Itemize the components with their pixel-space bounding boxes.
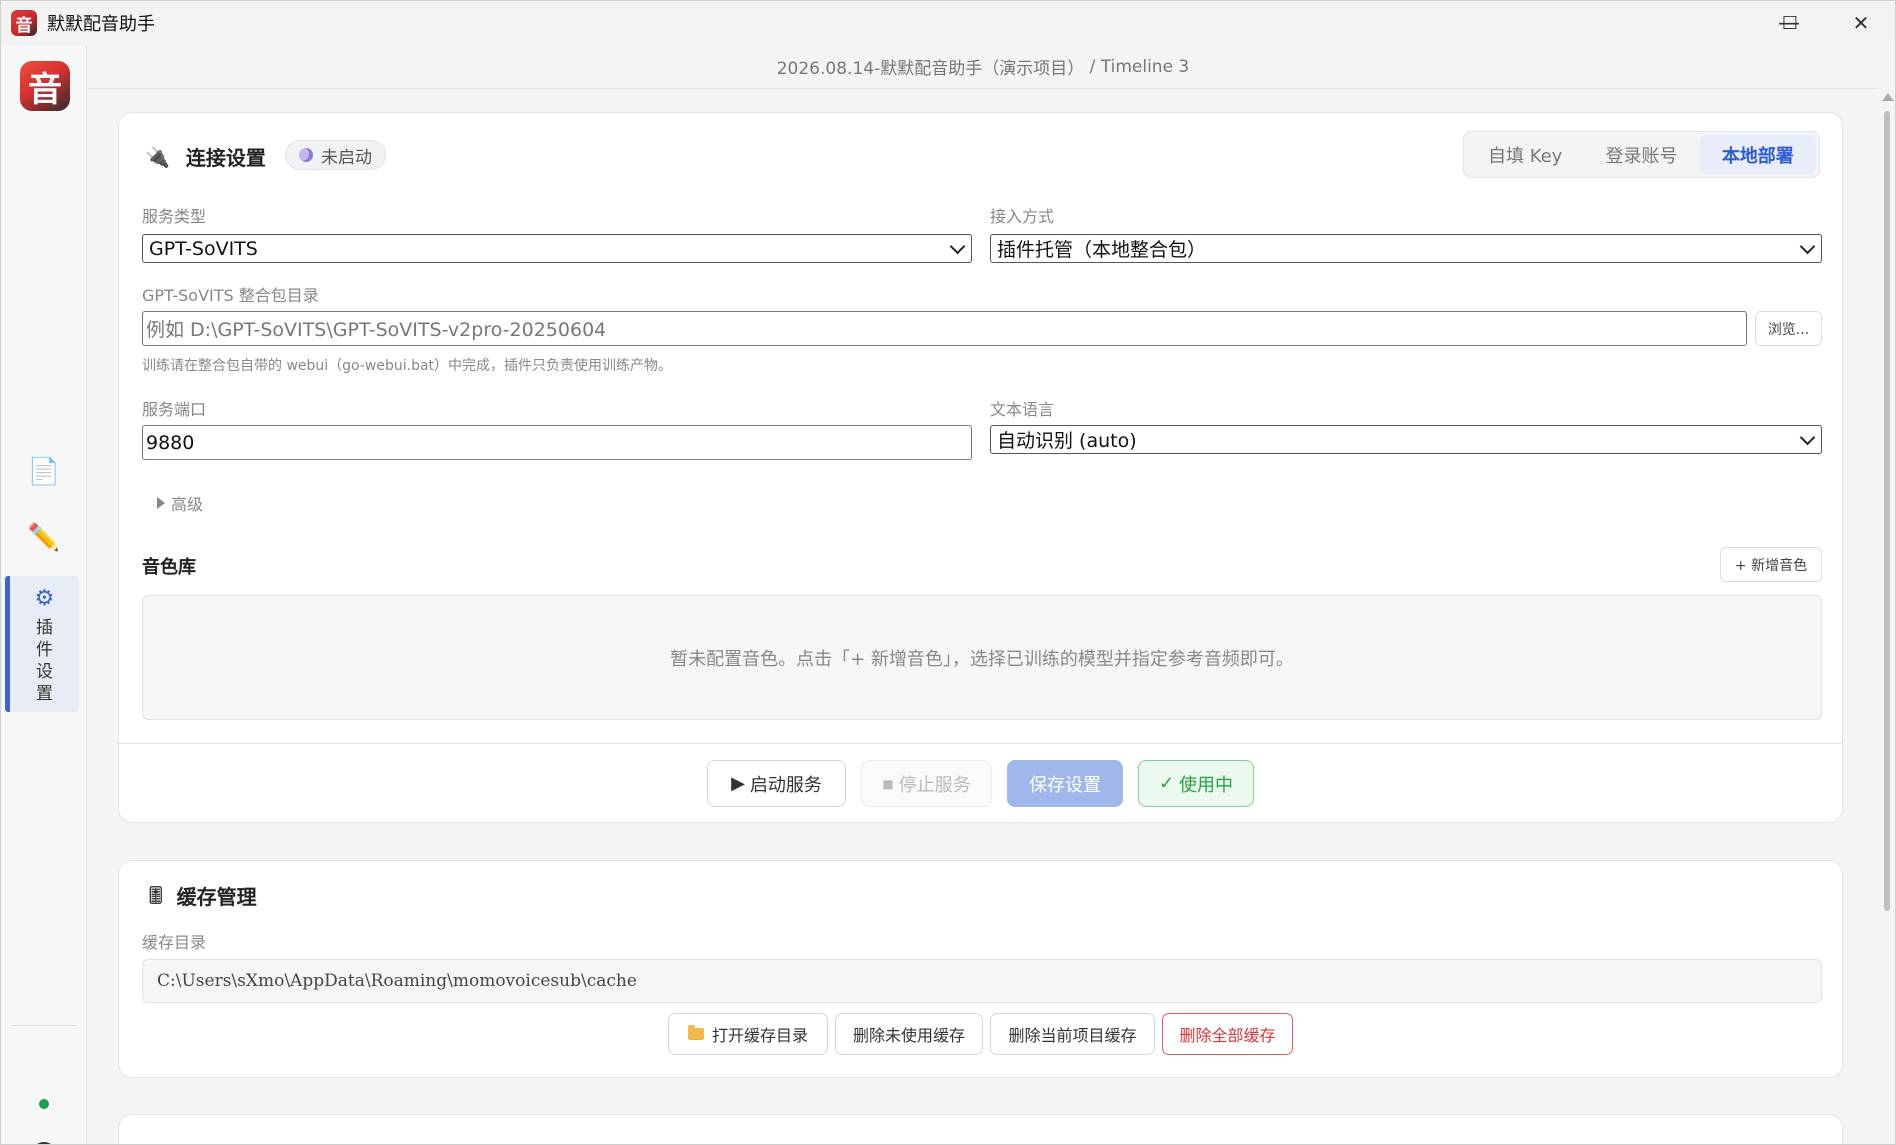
open-cache-dir-button[interactable]: 打开缓存目录 [668, 1013, 828, 1055]
breadcrumb-timeline: Timeline 3 [1100, 56, 1190, 77]
app-logo: 音 [20, 61, 70, 111]
advanced-toggle[interactable]: 高级 [157, 491, 203, 515]
window-title: 默默配音助手 [47, 14, 155, 35]
cache-management-label: 缓存管理 [176, 885, 257, 909]
in-use-label: 使用中 [1179, 774, 1234, 796]
chevron-down-icon [949, 238, 966, 255]
cache-dir-field: C:\Users\sXmo\AppData\Roaming\momovoices… [142, 959, 1822, 1003]
port-label: 服务端口 [142, 400, 207, 419]
play-icon: ▶ [731, 773, 745, 794]
scrollbar-thumb[interactable] [1884, 111, 1890, 911]
service-type-value: GPT-SoVITS [149, 237, 258, 260]
in-use-button[interactable]: ✓ 使用中 [1138, 760, 1254, 807]
caret-right-icon [157, 497, 165, 509]
package-dir-hint: 训练请在整合包自带的 webui（go-webui.bat）中完成，插件只负责使… [142, 358, 673, 374]
chevron-down-icon [1799, 429, 1816, 446]
connection-settings-label: 连接设置 [185, 146, 266, 170]
connection-status-dot [39, 1099, 49, 1109]
scrollbar[interactable] [1877, 89, 1895, 1144]
app-window: 音 默默配音助手 — ☐ ✕ 音 📄 ✏️ ⚙ 插件设置 i 2026.08.1… [0, 0, 1896, 1145]
stop-service-label: 停止服务 [898, 774, 971, 796]
voice-library-empty-state: 暂未配置音色。点击「+ 新增音色」，选择已训练的模型并指定参考音频即可。 [142, 595, 1822, 720]
connection-settings-card: 🔌 连接设置 未启动 自填 Key 登录账号 本地部署 服务类型 GPT-SoV… [118, 112, 1843, 823]
cache-management-card: 🎚 缓存管理 缓存目录 C:\Users\sXmo\AppData\Roamin… [118, 860, 1843, 1078]
breadcrumb: 2026.08.14-默默配音助手（演示项目） / Timeline 3 [88, 45, 1878, 89]
title-bar: 音 默默配音助手 — ☐ ✕ [1, 1, 1895, 45]
cache-icon: 🎚 [145, 885, 167, 906]
port-input[interactable]: 9880 [142, 425, 972, 460]
app-icon: 音 [11, 10, 37, 36]
access-mode-select[interactable]: 插件托管（本地整合包） [990, 234, 1822, 263]
folder-icon [687, 1025, 704, 1040]
stop-icon: ■ [882, 776, 894, 791]
access-mode-label: 接入方式 [990, 207, 1055, 226]
start-service-button[interactable]: ▶ 启动服务 [707, 760, 846, 807]
moon-icon [299, 148, 313, 162]
open-cache-dir-label: 打开缓存目录 [711, 1026, 808, 1045]
save-settings-button[interactable]: 保存设置 [1007, 760, 1123, 807]
service-status-badge: 未启动 [285, 140, 386, 170]
cache-dir-label: 缓存目录 [142, 933, 207, 952]
service-status-text: 未启动 [321, 147, 372, 168]
language-label: 文本语言 [990, 400, 1055, 419]
sidebar-item-plugin-settings[interactable]: ⚙ 插件设置 [5, 576, 79, 712]
close-button[interactable]: ✕ [1826, 1, 1895, 45]
card-divider [119, 743, 1842, 744]
voice-library-empty-text: 暂未配置音色。点击「+ 新增音色」，选择已训练的模型并指定参考音频即可。 [670, 648, 1294, 670]
cache-management-title: 🎚 缓存管理 [145, 881, 257, 910]
tab-local-deploy[interactable]: 本地部署 [1699, 135, 1816, 174]
pencil-icon[interactable]: ✏️ [1, 523, 87, 553]
document-icon[interactable]: 📄 [1, 457, 87, 487]
voice-library-title: 音色库 [142, 557, 196, 578]
breadcrumb-separator: / [1084, 56, 1101, 77]
browse-button[interactable]: 浏览... [1755, 311, 1822, 346]
tab-custom-key[interactable]: 自填 Key [1467, 135, 1583, 174]
package-dir-input[interactable]: 例如 D:\GPT-SoVITS\GPT-SoVITS-v2pro-202506… [142, 311, 1747, 346]
delete-project-cache-button[interactable]: 删除当前项目缓存 [990, 1013, 1155, 1055]
connection-settings-title: 🔌 连接设置 [145, 142, 266, 171]
delete-all-cache-button[interactable]: 删除全部缓存 [1162, 1013, 1293, 1055]
language-select[interactable]: 自动识别 (auto) [990, 425, 1822, 454]
start-service-label: 启动服务 [749, 774, 822, 796]
language-value: 自动识别 (auto) [997, 430, 1137, 452]
next-section-card [118, 1114, 1843, 1144]
access-mode-value: 插件托管（本地整合包） [997, 239, 1207, 261]
check-icon: ✓ [1158, 773, 1175, 794]
delete-unused-cache-button[interactable]: 删除未使用缓存 [835, 1013, 983, 1055]
sidebar-divider [11, 1025, 77, 1026]
service-type-label: 服务类型 [142, 207, 207, 226]
advanced-label: 高级 [171, 495, 204, 514]
package-dir-label: GPT-SoVITS 整合包目录 [142, 286, 319, 305]
sidebar-item-label: 插件设置 [36, 618, 53, 704]
tab-login-account[interactable]: 登录账号 [1583, 135, 1699, 174]
add-voice-button[interactable]: + 新增音色 [1720, 547, 1822, 582]
maximize-button[interactable]: ☐ [1755, 1, 1825, 45]
service-type-select[interactable]: GPT-SoVITS [142, 234, 972, 263]
plug-icon: 🔌 [145, 144, 170, 169]
scroll-up-arrow-icon[interactable] [1882, 93, 1894, 101]
stop-service-button[interactable]: ■ 停止服务 [861, 760, 992, 807]
gear-icon: ⚙ [34, 586, 55, 611]
chevron-down-icon [1799, 238, 1816, 255]
sidebar: 音 📄 ✏️ ⚙ 插件设置 i [1, 45, 87, 1144]
connection-mode-tabs: 自填 Key 登录账号 本地部署 [1463, 131, 1820, 178]
breadcrumb-project: 2026.08.14-默默配音助手（演示项目） [776, 59, 1085, 79]
